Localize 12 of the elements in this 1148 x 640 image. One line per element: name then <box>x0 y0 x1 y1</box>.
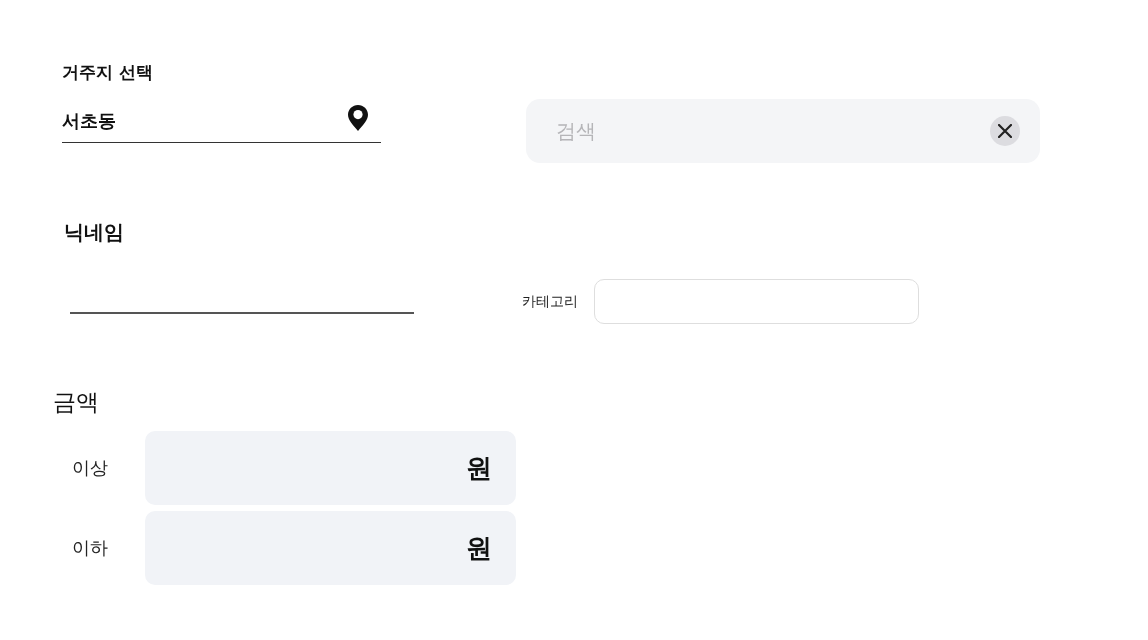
price-label: 금액 <box>53 388 99 417</box>
unit-label: 원 <box>466 451 492 485</box>
search-field[interactable]: 검색 <box>526 99 1040 163</box>
map-pin-icon <box>348 105 368 131</box>
category-label: 카테고리 <box>522 292 578 311</box>
unit-label: 원 <box>466 531 492 565</box>
range-label: 이상 <box>72 456 109 480</box>
close-icon <box>998 124 1012 138</box>
nickname-label: 닉네임 <box>64 221 124 243</box>
category-field[interactable] <box>594 279 919 324</box>
residence-label: 거주지 선택 <box>62 61 153 84</box>
range-label: 이하 <box>72 536 109 560</box>
